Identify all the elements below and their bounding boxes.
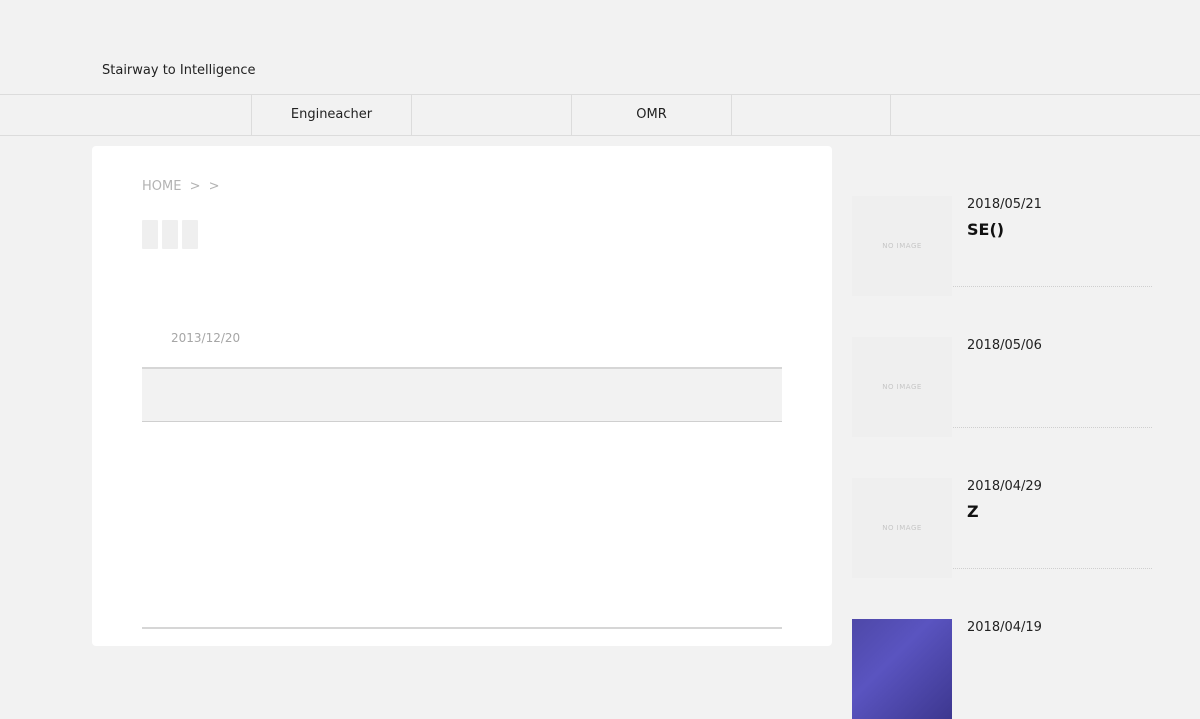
sidebar-post[interactable]: 2018/04/19 — [852, 569, 1152, 719]
sidebar-post-date: 2018/04/29 — [967, 479, 1042, 494]
post-date: 2013/12/20 — [171, 331, 241, 345]
article-card: HOME > > 2013/12/20 — [92, 146, 832, 646]
sidebar-post[interactable]: NO IMAGE 2018/05/06 — [852, 287, 1152, 437]
no-image-placeholder: NO IMAGE — [882, 383, 922, 391]
sidebar-post-date: 2018/05/21 — [967, 197, 1042, 212]
post-title-box — [142, 367, 782, 422]
global-nav: Engineacher OMR — [0, 94, 1200, 136]
nav-item-2[interactable] — [411, 95, 571, 135]
sidebar-post-title[interactable]: SE() — [967, 220, 1004, 240]
post-thumbnail[interactable]: NO IMAGE — [852, 478, 952, 578]
breadcrumb-separator: > — [208, 179, 220, 194]
breadcrumb-separator: > — [189, 179, 201, 194]
sidebar-post-title[interactable]: Z — [967, 502, 979, 522]
post-thumbnail[interactable]: NO IMAGE — [852, 196, 952, 296]
share-button[interactable] — [142, 220, 158, 249]
breadcrumb-home[interactable]: HOME — [142, 179, 181, 194]
share-button[interactable] — [162, 220, 178, 249]
sidebar-post[interactable]: NO IMAGE 2018/05/21 SE() — [852, 146, 1152, 296]
no-image-placeholder: NO IMAGE — [882, 242, 922, 250]
nav-item-4[interactable] — [731, 95, 891, 135]
post-thumbnail[interactable] — [852, 619, 952, 719]
nav-item-omr[interactable]: OMR — [571, 95, 731, 135]
sidebar-post[interactable]: NO IMAGE 2018/04/29 Z — [852, 428, 1152, 578]
no-image-placeholder: NO IMAGE — [882, 524, 922, 532]
sidebar-post-date: 2018/04/19 — [967, 620, 1042, 635]
sidebar-post-date: 2018/05/06 — [967, 338, 1042, 353]
content-divider — [142, 627, 782, 629]
site-title-link[interactable]: Stairway to Intelligence — [102, 63, 256, 79]
nav-item-engineacher[interactable]: Engineacher — [251, 95, 411, 135]
site-header: Stairway to Intelligence — [0, 0, 1200, 94]
post-thumbnail[interactable]: NO IMAGE — [852, 337, 952, 437]
breadcrumb: HOME > > — [142, 179, 224, 195]
share-button[interactable] — [182, 220, 198, 249]
